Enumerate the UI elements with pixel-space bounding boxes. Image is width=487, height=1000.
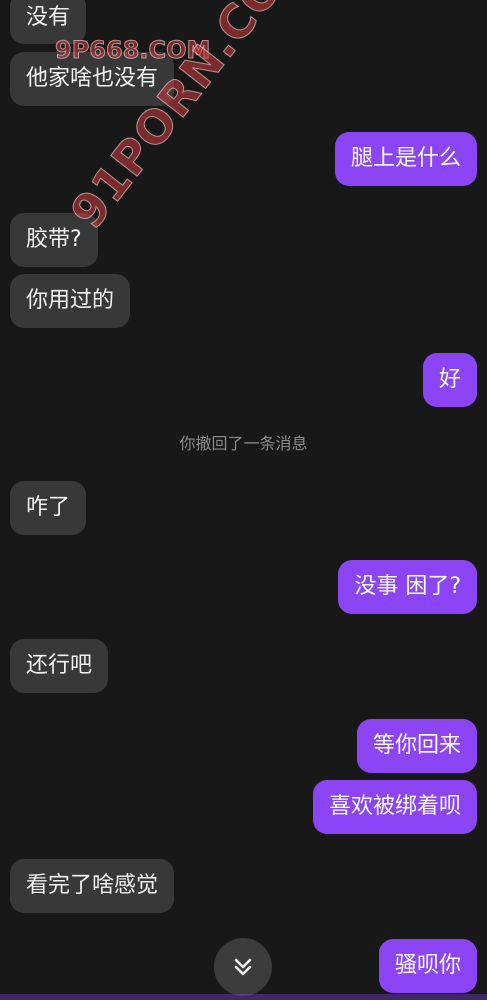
message-text: 等你回来 <box>372 733 461 758</box>
message-text: 你用过的 <box>26 288 115 313</box>
message-text: 没事 困了? <box>354 574 461 599</box>
message-text: 还行吧 <box>26 653 93 678</box>
message-bubble-incoming[interactable]: 没有 <box>10 0 87 44</box>
message-bubble-incoming[interactable]: 咋了 <box>10 481 87 535</box>
message-text: 咋了 <box>26 495 71 520</box>
scroll-to-bottom-button[interactable] <box>214 938 272 996</box>
message-bubble-incoming[interactable]: 你用过的 <box>10 274 131 328</box>
message-bubble-incoming[interactable]: 胶带? <box>10 213 98 267</box>
message-bubble-outgoing[interactable]: 骚呗你 <box>378 939 477 993</box>
message-text: 喜欢被绑着呗 <box>328 794 461 819</box>
watermark-diagonal: 91PORN.COM <box>60 0 323 239</box>
message-bubble-outgoing[interactable]: 等你回来 <box>356 719 477 773</box>
message-text: 看完了啥感觉 <box>26 873 159 898</box>
recall-notice: 你撤回了一条消息 <box>179 434 308 453</box>
message-bubble-outgoing[interactable]: 腿上是什么 <box>334 132 477 186</box>
bottom-bar-accent <box>0 994 487 1000</box>
double-chevron-down-icon <box>234 958 252 976</box>
message-bubble-outgoing[interactable]: 好 <box>422 353 477 407</box>
message-bubble-incoming[interactable]: 看完了啥感觉 <box>10 859 175 913</box>
message-text: 好 <box>438 367 461 392</box>
message-bubble-incoming[interactable]: 他家啥也没有 <box>10 52 175 106</box>
message-text: 没有 <box>26 5 71 30</box>
message-text: 他家啥也没有 <box>26 66 159 91</box>
message-text: 骚呗你 <box>394 953 461 978</box>
message-bubble-outgoing[interactable]: 喜欢被绑着呗 <box>312 780 477 834</box>
message-text: 胶带? <box>26 227 82 252</box>
message-bubble-outgoing[interactable]: 没事 困了? <box>338 560 477 614</box>
message-text: 腿上是什么 <box>350 146 461 171</box>
message-bubble-incoming[interactable]: 还行吧 <box>10 639 109 693</box>
